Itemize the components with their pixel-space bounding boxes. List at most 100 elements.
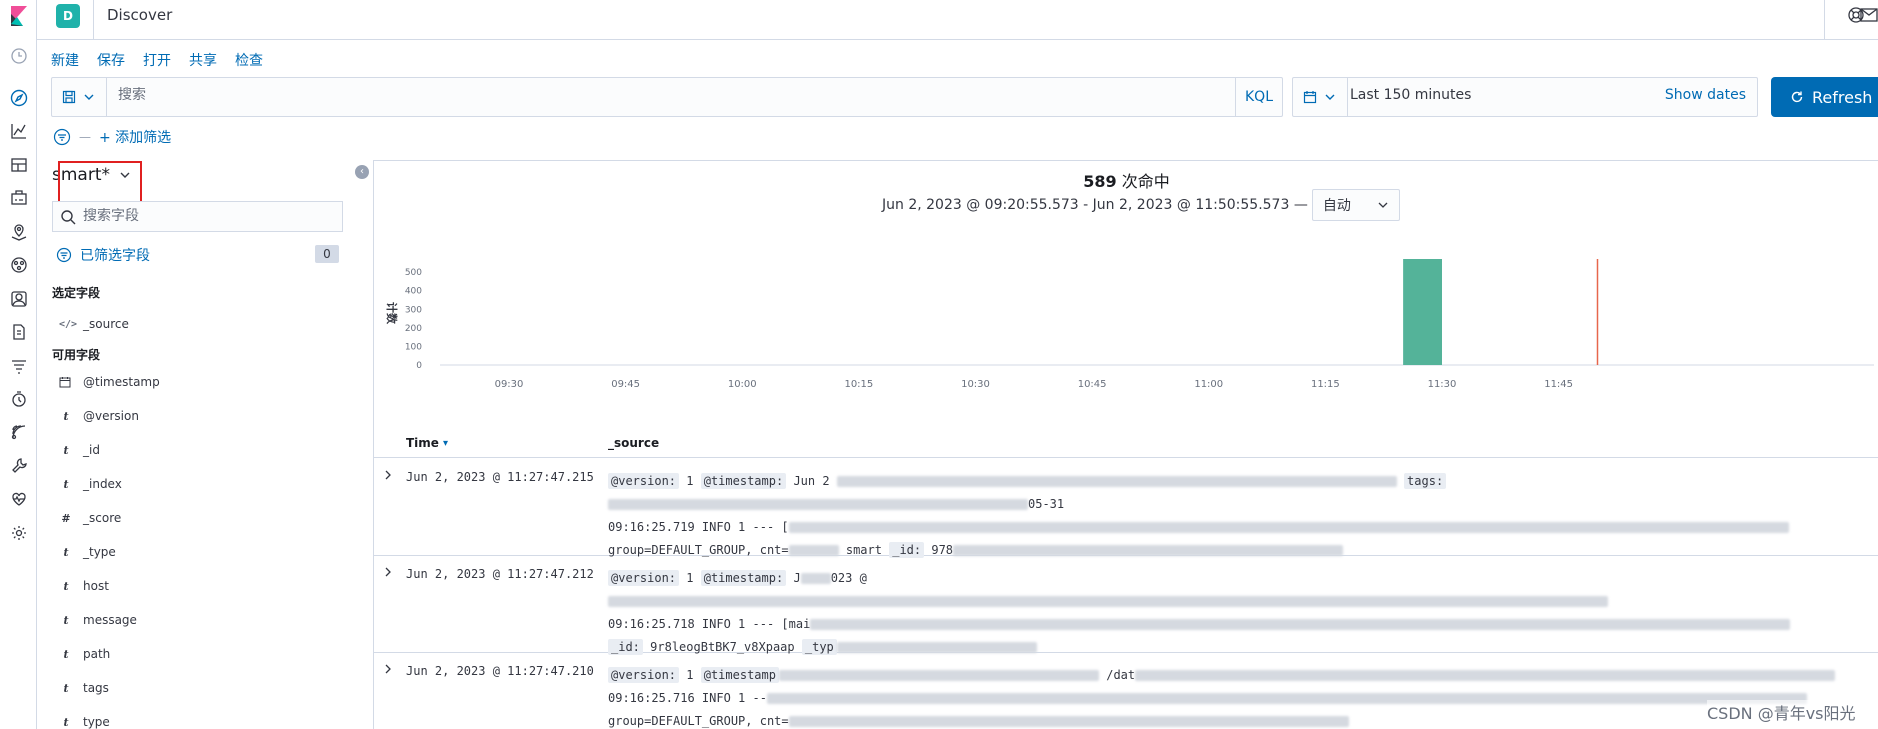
management-gear-icon[interactable] <box>9 523 29 543</box>
redacted-block <box>953 545 1344 556</box>
field-item-path[interactable]: t path <box>59 647 110 661</box>
table-row[interactable]: Jun 2, 2023 @ 11:27:47.210 @version: 1 @… <box>374 653 1878 729</box>
visualize-icon[interactable] <box>9 121 29 141</box>
field-value: J <box>793 571 801 585</box>
source-line: @version: 1 @timestamp: Jun 2 tags: 05-3… <box>608 470 1868 516</box>
field-item-version[interactable]: t @version <box>59 409 139 423</box>
field-item-source[interactable]: </> _source <box>59 317 129 331</box>
saved-query-button[interactable] <box>52 78 107 116</box>
chevron-right-icon[interactable] <box>382 566 394 578</box>
calendar-icon <box>1303 91 1317 104</box>
filter-icon[interactable] <box>53 128 71 146</box>
field-item-type-field[interactable]: t type <box>59 715 109 729</box>
field-name: _score <box>83 511 122 525</box>
top-header: D Discover <box>37 0 1878 40</box>
chevron-down-icon <box>1378 202 1388 208</box>
field-item-score[interactable]: # _score <box>59 511 121 525</box>
filtered-fields-toggle[interactable]: 已筛选字段 <box>56 245 150 265</box>
date-range-text[interactable]: Last 150 minutes <box>1350 87 1471 103</box>
field-item-id[interactable]: t _id <box>59 443 100 457</box>
filtered-fields-label: 已筛选字段 <box>80 248 150 264</box>
field-search-input[interactable] <box>83 208 333 224</box>
dashboard-icon[interactable] <box>9 155 29 175</box>
search-input[interactable] <box>118 87 1218 103</box>
source-column-header: _source <box>608 436 660 450</box>
field-item-message[interactable]: t message <box>59 613 136 627</box>
source-line: 09:16:25.719 INFO 1 --- [ <box>608 516 1868 539</box>
monitoring-heart-icon[interactable] <box>9 489 29 509</box>
redacted-block <box>608 499 1028 510</box>
histogram-bar <box>1403 259 1442 365</box>
filtered-fields-count-badge: 0 <box>315 245 339 263</box>
source-line: group=DEFAULT_GROUP, cnt= <box>608 710 1868 729</box>
time-range-row: Jun 2, 2023 @ 09:20:55.573 - Jun 2, 2023… <box>882 189 1400 221</box>
source-line: @version: 1 @timestamp /dat <box>608 664 1868 687</box>
y-tick-label: 400 <box>405 287 422 297</box>
dev-tools-wrench-icon[interactable] <box>9 456 29 476</box>
menu-save[interactable]: 保存 <box>97 50 125 70</box>
redacted-block <box>800 573 831 584</box>
field-name: _index <box>83 477 122 491</box>
row-source: @version: 1 @timestamp /dat 09:16:25.716… <box>608 664 1868 729</box>
row-timestamp: Jun 2, 2023 @ 11:27:47.210 <box>406 664 594 678</box>
field-item-timestamp[interactable]: @timestamp <box>59 375 160 389</box>
menu-open[interactable]: 打开 <box>143 50 171 70</box>
field-name: tags <box>83 681 109 695</box>
field-item-tags[interactable]: t tags <box>59 681 109 695</box>
kibana-logo-icon[interactable] <box>9 6 29 26</box>
siem-icon[interactable] <box>9 289 29 309</box>
source-line: 09:16:25.716 INFO 1 -- <box>608 687 1868 710</box>
code-type-icon: </> <box>59 318 78 330</box>
field-item-type[interactable]: t _type <box>59 545 115 559</box>
x-tick-label: 09:30 <box>495 379 524 390</box>
string-type-icon: t <box>63 409 69 423</box>
uptime-icon[interactable] <box>9 389 29 409</box>
newsfeed-mail-icon[interactable] <box>1859 6 1878 24</box>
sort-down-icon[interactable]: ▾ <box>443 438 448 449</box>
string-type-icon: t <box>63 681 69 695</box>
field-value: group=DEFAULT_GROUP, cnt= <box>608 714 789 728</box>
discover-compass-icon[interactable] <box>9 88 29 108</box>
quick-menu-button[interactable] <box>1293 78 1348 116</box>
maps-icon[interactable] <box>9 222 29 242</box>
canvas-icon[interactable] <box>9 188 29 208</box>
row-timestamp: Jun 2, 2023 @ 11:27:47.215 <box>406 470 594 484</box>
string-type-icon: t <box>63 443 69 457</box>
header-divider-right <box>1824 0 1825 40</box>
space-avatar[interactable]: D <box>56 4 80 28</box>
add-filter-button[interactable]: + 添加筛选 <box>99 127 171 147</box>
field-value: 1 <box>686 571 694 585</box>
interval-select[interactable]: 自动 <box>1311 189 1400 221</box>
menu-new[interactable]: 新建 <box>51 50 79 70</box>
table-row[interactable]: Jun 2, 2023 @ 11:27:47.212 @version: 1 @… <box>374 556 1878 655</box>
show-dates-link[interactable]: Show dates <box>1665 87 1746 103</box>
x-tick-label: 10:45 <box>1078 379 1107 390</box>
field-item-index[interactable]: t _index <box>59 477 122 491</box>
redacted-block <box>788 716 1349 727</box>
query-bar: KQL <box>51 77 1283 117</box>
chevron-right-icon[interactable] <box>382 469 394 481</box>
graph-icon[interactable] <box>9 422 29 442</box>
collapse-sidebar-icon[interactable]: ‹ <box>355 165 369 179</box>
field-value: 1 <box>686 668 694 682</box>
table-row[interactable]: Jun 2, 2023 @ 11:27:47.215 @version: 1 @… <box>374 459 1878 558</box>
field-key: tags: <box>1404 473 1447 489</box>
refresh-button[interactable]: Refresh <box>1771 77 1878 117</box>
field-item-host[interactable]: t host <box>59 579 109 593</box>
string-type-icon: t <box>63 477 69 491</box>
chevron-right-icon[interactable] <box>382 663 394 675</box>
ml-icon[interactable] <box>9 255 29 275</box>
field-name: host <box>83 579 109 593</box>
nav-rail <box>0 0 37 729</box>
apm-icon[interactable] <box>9 356 29 376</box>
kql-toggle-button[interactable]: KQL <box>1235 78 1282 116</box>
field-key: @timestamp: <box>700 570 787 586</box>
field-value: /dat <box>1106 668 1136 682</box>
main-panel: 589 次命中 Jun 2, 2023 @ 09:20:55.573 - Jun… <box>373 160 1878 729</box>
menu-inspect[interactable]: 检查 <box>235 50 263 70</box>
time-column-header[interactable]: Time ▾ <box>406 436 448 450</box>
menu-share[interactable]: 共享 <box>189 50 217 70</box>
logs-icon[interactable] <box>9 322 29 342</box>
recent-clock-icon[interactable] <box>9 46 29 66</box>
app-title: Discover <box>107 6 173 24</box>
